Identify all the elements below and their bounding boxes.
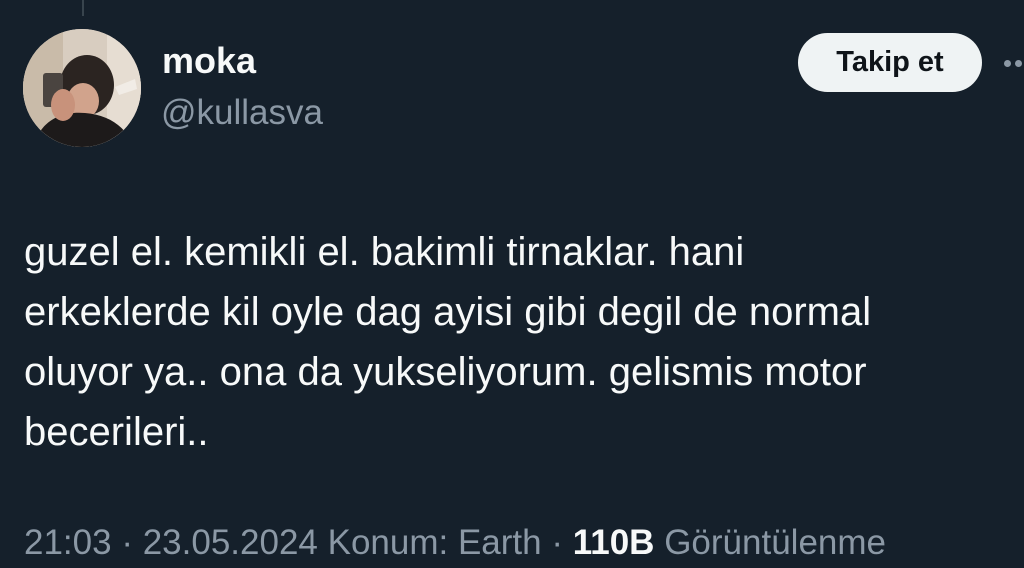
tweet-time[interactable]: 21:03	[24, 523, 112, 562]
tweet-location: Konum: Earth	[327, 523, 542, 562]
thread-connector-line	[82, 0, 84, 16]
tweet-text-line: erkeklerde kil oyle dag ayisi gibi degil…	[24, 290, 872, 334]
avatar[interactable]	[23, 29, 141, 147]
meta-separator: ·	[111, 523, 143, 562]
tweet-meta: 21:03 · 23.05.2024 Konum: Earth · 110B G…	[24, 523, 886, 563]
tweet-date[interactable]: 23.05.2024	[143, 523, 318, 562]
tweet-detail: moka @kullasva Takip et guzel el. kemikl…	[0, 0, 1024, 568]
author-handle[interactable]: @kullasva	[161, 95, 323, 130]
views-count: 110B	[572, 523, 655, 562]
follow-button[interactable]: Takip et	[798, 33, 982, 92]
tweet-text-line: guzel el. kemikli el. bakimli tirnaklar.…	[24, 230, 745, 274]
more-dots-icon[interactable]	[1004, 59, 1024, 69]
author-display-name[interactable]: moka	[162, 43, 256, 79]
tweet-text: guzel el. kemikli el. bakimli tirnaklar.…	[24, 222, 1004, 462]
meta-separator: ·	[541, 523, 573, 562]
tweet-text-line: oluyor ya.. ona da yukseliyorum. gelismi…	[24, 350, 867, 394]
avatar-photo	[23, 29, 141, 147]
views-label: Görüntülenme	[664, 523, 886, 562]
tweet-text-line: becerileri..	[24, 410, 209, 454]
